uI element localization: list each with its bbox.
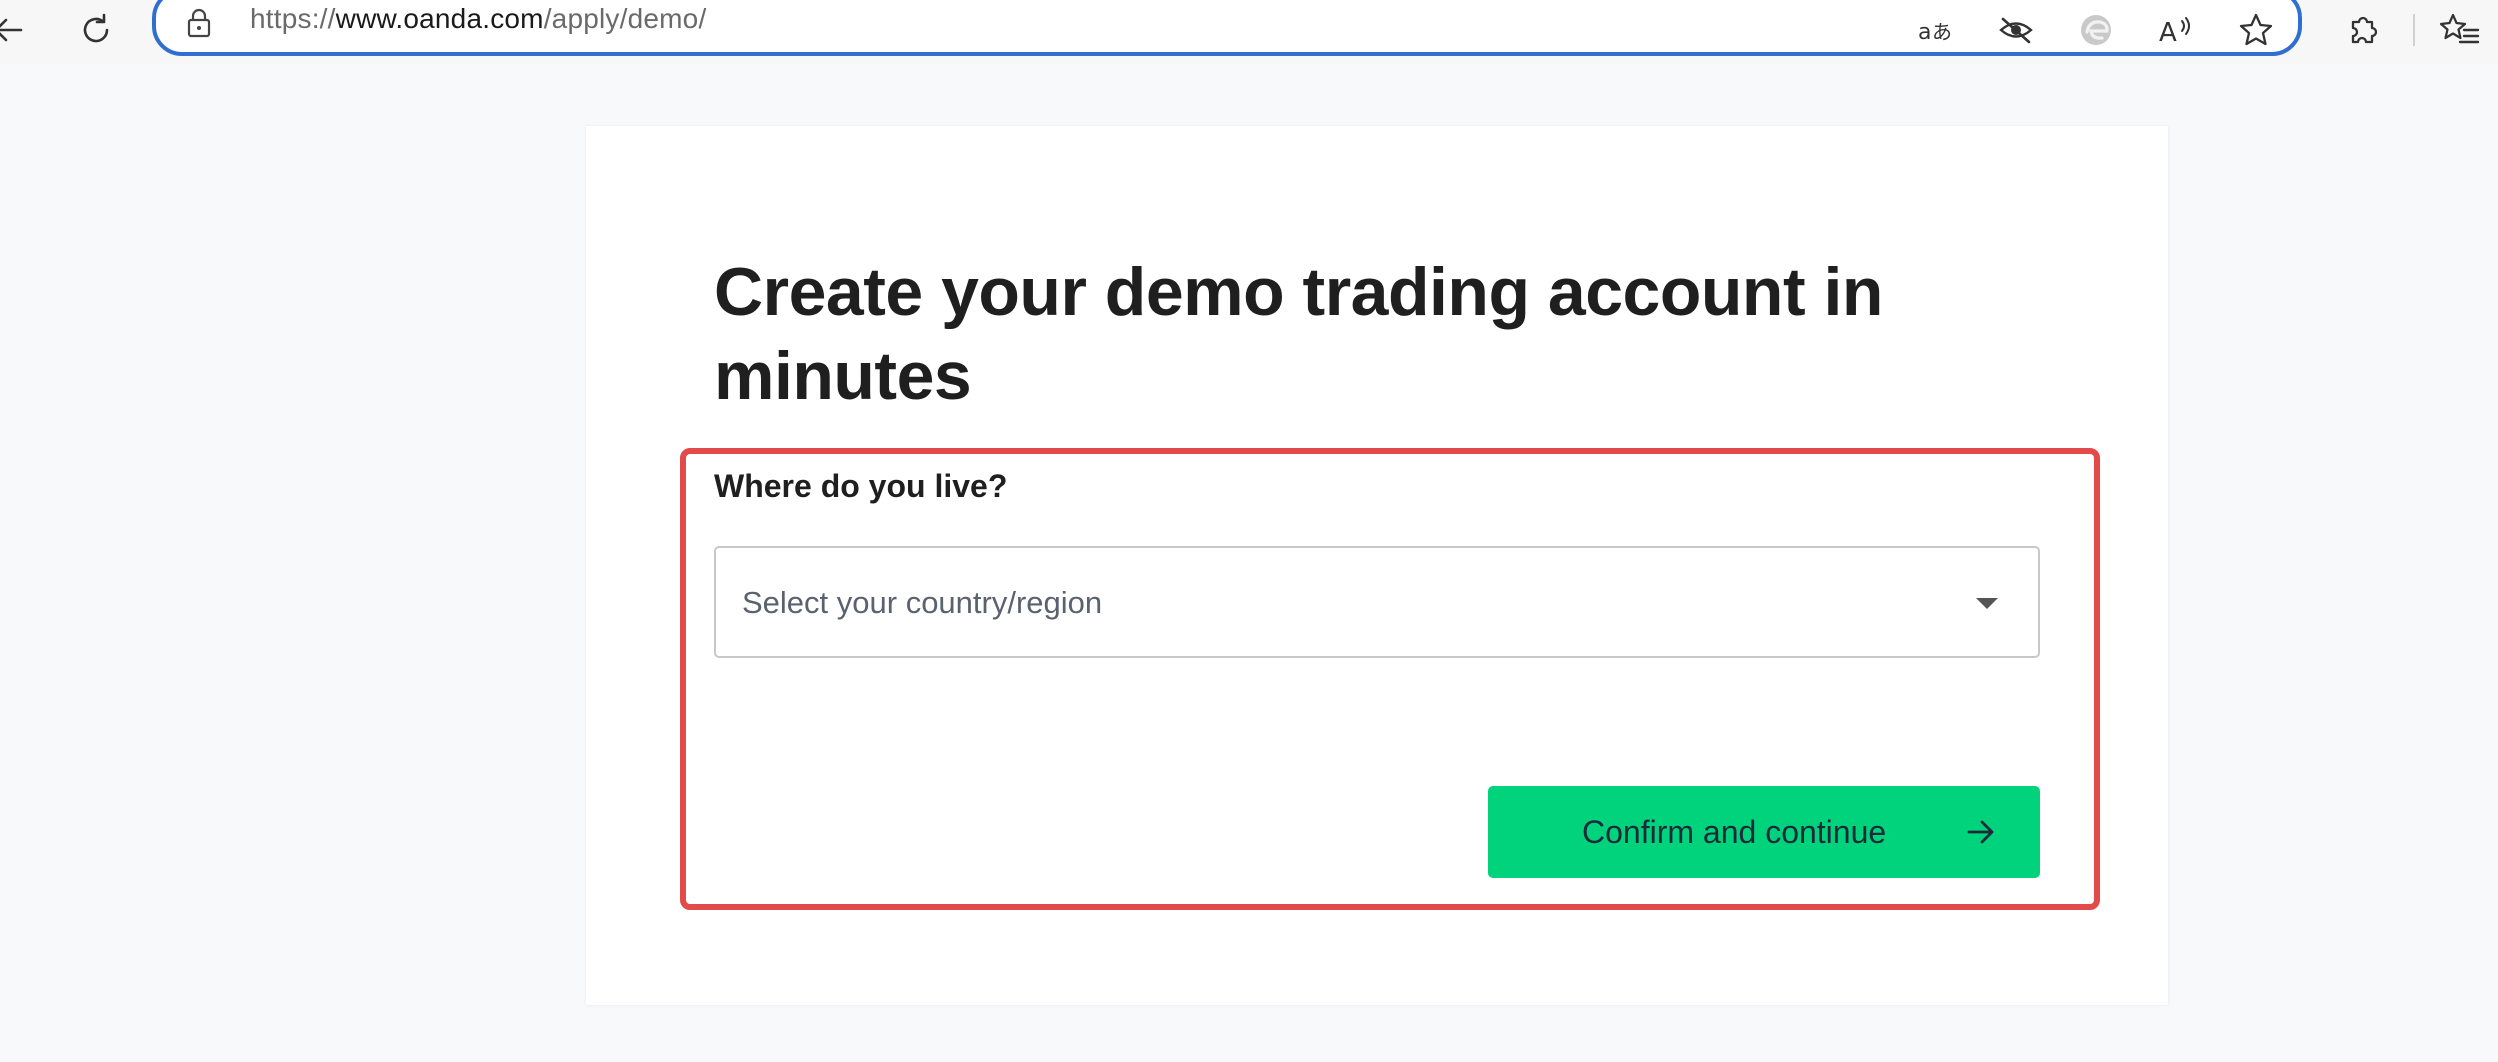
country-select[interactable]: Select your country/region: [714, 546, 2040, 658]
svg-text:a: a: [1918, 20, 1931, 45]
svg-text:A: A: [2159, 18, 2177, 47]
confirm-and-continue-button[interactable]: Confirm and continue: [1488, 786, 2040, 878]
address-bar[interactable]: https://www.oanda.com/apply/demo/: [152, 0, 2302, 56]
lock-icon[interactable]: [186, 8, 212, 43]
url-text[interactable]: https://www.oanda.com/apply/demo/: [250, 2, 706, 36]
arrow-right-icon: [1966, 818, 1996, 849]
back-arrow-icon[interactable]: [0, 4, 34, 56]
svg-text:あ: あ: [1932, 20, 1952, 44]
page-title: Create your demo trading account in minu…: [714, 254, 1883, 414]
confirm-button-label: Confirm and continue: [1582, 814, 1887, 850]
country-select-placeholder: Select your country/region: [742, 585, 1103, 620]
browser-toolbar: https://www.oanda.com/apply/demo/ aあ A: [0, 0, 2498, 64]
toolbar-divider: [2413, 14, 2415, 46]
extensions-icon[interactable]: [2337, 4, 2389, 56]
favorite-star-icon[interactable]: [2230, 4, 2282, 56]
read-aloud-icon[interactable]: A: [2150, 4, 2202, 56]
signup-card: Create your demo trading account in minu…: [586, 126, 2168, 1005]
translate-icon[interactable]: aあ: [1910, 4, 1962, 56]
refresh-icon[interactable]: [70, 4, 122, 56]
tracking-prevention-icon[interactable]: [1990, 4, 2042, 56]
favorites-list-icon[interactable]: [2434, 4, 2486, 56]
url-host: www.oanda.com: [335, 3, 544, 34]
edge-icon[interactable]: [2070, 4, 2122, 56]
url-scheme: https://: [250, 3, 336, 34]
country-question-label: Where do you live?: [714, 468, 1008, 504]
url-path: /apply/demo/: [543, 3, 707, 34]
caret-down-icon[interactable]: [1976, 598, 1998, 609]
